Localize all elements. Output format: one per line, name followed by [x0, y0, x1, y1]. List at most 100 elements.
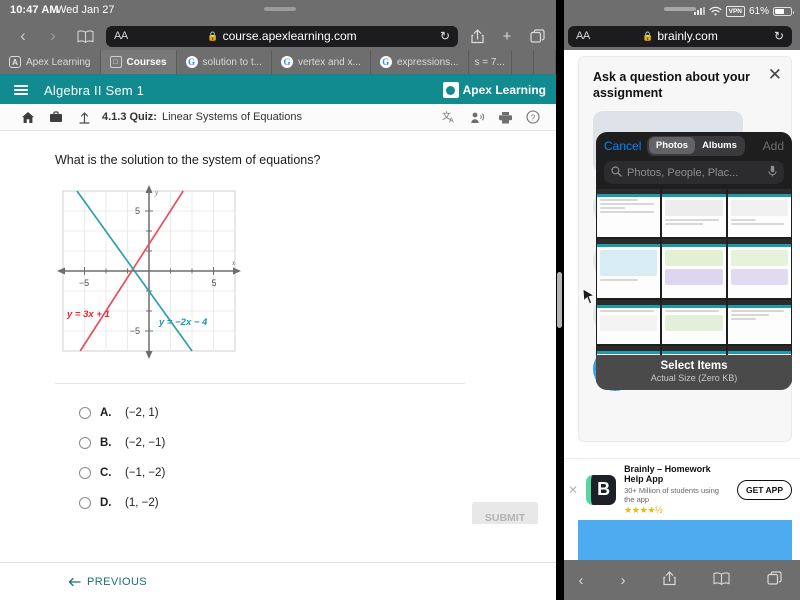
split-view-grabber[interactable]: [264, 7, 296, 11]
picker-add-button[interactable]: Add: [763, 139, 784, 153]
picker-search-field[interactable]: Photos, People, Plac...: [604, 161, 784, 184]
share-icon[interactable]: [462, 22, 492, 50]
split-divider-handle[interactable]: [557, 272, 562, 328]
photo-picker-header: Cancel Photos Albums Add: [596, 132, 792, 159]
photo-thumbnail[interactable]: [727, 189, 791, 237]
arrow-left-icon: [68, 577, 81, 586]
red-equation-label: y = 3x + 1: [66, 309, 110, 320]
answer-option-d[interactable]: D. (1, −2): [55, 488, 465, 518]
arrow-up-icon[interactable]: [70, 111, 98, 124]
radio-c[interactable]: [79, 467, 91, 479]
previous-button[interactable]: PREVIOUS: [68, 576, 147, 588]
text-size-button[interactable]: AA: [114, 30, 128, 42]
right-back-icon[interactable]: ‹: [579, 572, 584, 589]
tab-solution-to[interactable]: G solution to t...: [177, 50, 272, 74]
translate-icon[interactable]: 文A: [436, 104, 462, 130]
answer-text: (−1, −2): [125, 467, 166, 479]
forward-icon[interactable]: ›: [38, 22, 68, 50]
radio-b[interactable]: [79, 437, 91, 449]
right-bookmarks-icon[interactable]: [712, 571, 730, 589]
picker-segmented-control: Photos Albums: [647, 135, 746, 156]
right-safari-window: VPN 61% AA 🔒 brainly.com ↻ Ask a questio…: [560, 0, 800, 600]
new-tab-icon[interactable]: +: [492, 22, 522, 50]
submit-area: SUBMIT: [472, 502, 538, 524]
tab-label: s = 7...: [474, 56, 505, 68]
promo-dismiss-icon[interactable]: ✕: [568, 483, 578, 497]
home-icon[interactable]: [14, 111, 42, 124]
split-view-grabber-right[interactable]: [664, 7, 696, 11]
microphone-icon[interactable]: [768, 165, 777, 180]
submit-button[interactable]: SUBMIT: [472, 502, 538, 524]
get-app-button[interactable]: GET APP: [737, 479, 792, 500]
show-tabs-icon[interactable]: [522, 22, 552, 50]
tab-expressions[interactable]: G expressions...: [371, 50, 469, 74]
photo-thumbnail[interactable]: [662, 300, 726, 344]
hamburger-icon[interactable]: [14, 85, 30, 95]
print-icon[interactable]: [492, 104, 518, 130]
tab-label: solution to t...: [202, 56, 262, 68]
course-title: Algebra II Sem 1: [44, 82, 145, 98]
right-lock-icon: 🔒: [642, 30, 654, 41]
tab-label: vertex and x...: [298, 56, 361, 68]
bookmarks-icon[interactable]: [68, 22, 102, 50]
breadcrumb: 4.1.3 Quiz: Linear Systems of Equations …: [0, 104, 560, 131]
status-time: 10:47 AM: [10, 4, 59, 16]
address-bar[interactable]: AA 🔒 course.apexlearning.com ↻: [106, 25, 458, 47]
photo-thumbnail[interactable]: [727, 239, 791, 298]
photo-thumbnail[interactable]: [662, 239, 726, 298]
read-aloud-icon[interactable]: [464, 104, 490, 130]
right-status-bar: VPN 61%: [560, 0, 800, 22]
tab-vertex-and-x[interactable]: G vertex and x...: [272, 50, 371, 74]
answer-option-c[interactable]: C. (−1, −2): [55, 458, 465, 488]
answer-text: (−2, −1): [125, 437, 166, 449]
photo-thumbnail[interactable]: [662, 189, 726, 237]
radio-a[interactable]: [79, 407, 91, 419]
right-text-size-button[interactable]: AA: [576, 30, 590, 42]
promo-app-name: Brainly – Homework Help App: [624, 463, 711, 485]
teal-equation-label: y = −2x − 4: [158, 317, 208, 328]
svg-text:A: A: [449, 118, 454, 125]
tab-courses[interactable]: □ Courses: [100, 50, 177, 74]
lesson-number: 4.1.3: [102, 111, 127, 123]
back-icon[interactable]: ‹: [8, 22, 38, 50]
answer-option-b[interactable]: B. (−2, −1): [55, 428, 465, 458]
promo-rating-stars: ★★★★½: [624, 504, 663, 515]
tab-label: Courses: [126, 56, 167, 68]
tab-overflow-2[interactable]: [534, 50, 556, 74]
right-share-icon[interactable]: [662, 570, 676, 590]
right-forward-icon[interactable]: ›: [621, 572, 626, 589]
tab-label: Apex Learning: [26, 56, 91, 68]
briefcase-icon[interactable]: [42, 111, 70, 123]
right-address-bar[interactable]: AA 🔒 brainly.com ↻: [568, 25, 792, 47]
photo-thumbnail[interactable]: [597, 300, 661, 344]
x-favicon-icon: □: [109, 56, 122, 68]
url-text: course.apexlearning.com: [222, 29, 357, 43]
photo-thumbnail[interactable]: [727, 300, 791, 344]
picker-cancel-button[interactable]: Cancel: [604, 139, 641, 153]
picker-footer-subtitle: Actual Size (Zero KB): [650, 373, 738, 383]
battery-percent: 61%: [748, 5, 769, 17]
close-icon[interactable]: ✕: [768, 65, 782, 85]
tab-partial[interactable]: s = 7...: [469, 50, 512, 74]
promo-subtitle: 30+ Million of students using the app: [624, 485, 719, 504]
tab-overflow-1[interactable]: [512, 50, 534, 74]
right-reload-icon[interactable]: ↻: [774, 29, 784, 43]
screen: 10:47 AM Wed Jan 27 ‹ › AA 🔒 course.apex…: [0, 0, 800, 600]
help-icon[interactable]: ?: [520, 104, 546, 130]
photo-thumbnail[interactable]: [597, 239, 661, 298]
browser-toolbar: ‹ › AA 🔒 course.apexlearning.com ↻ +: [0, 22, 560, 50]
tab-strip: A Apex Learning □ Courses G solution to …: [0, 50, 560, 76]
radio-d[interactable]: [79, 497, 91, 509]
answer-option-a[interactable]: A. (−2, 1): [55, 398, 465, 428]
picker-tab-albums[interactable]: Albums: [695, 137, 744, 154]
tab-apex-learning[interactable]: A Apex Learning: [0, 50, 101, 74]
reload-icon[interactable]: ↻: [440, 29, 450, 43]
status-date: Wed Jan 27: [56, 4, 115, 16]
photo-thumbnail[interactable]: [597, 189, 661, 237]
right-tabs-icon[interactable]: [766, 570, 782, 590]
vpn-badge: VPN: [725, 5, 745, 17]
picker-tab-photos[interactable]: Photos: [648, 137, 696, 154]
picker-footer-title: Select Items: [660, 360, 728, 372]
battery-icon: [773, 6, 794, 16]
brainly-app-icon: B: [586, 474, 617, 505]
